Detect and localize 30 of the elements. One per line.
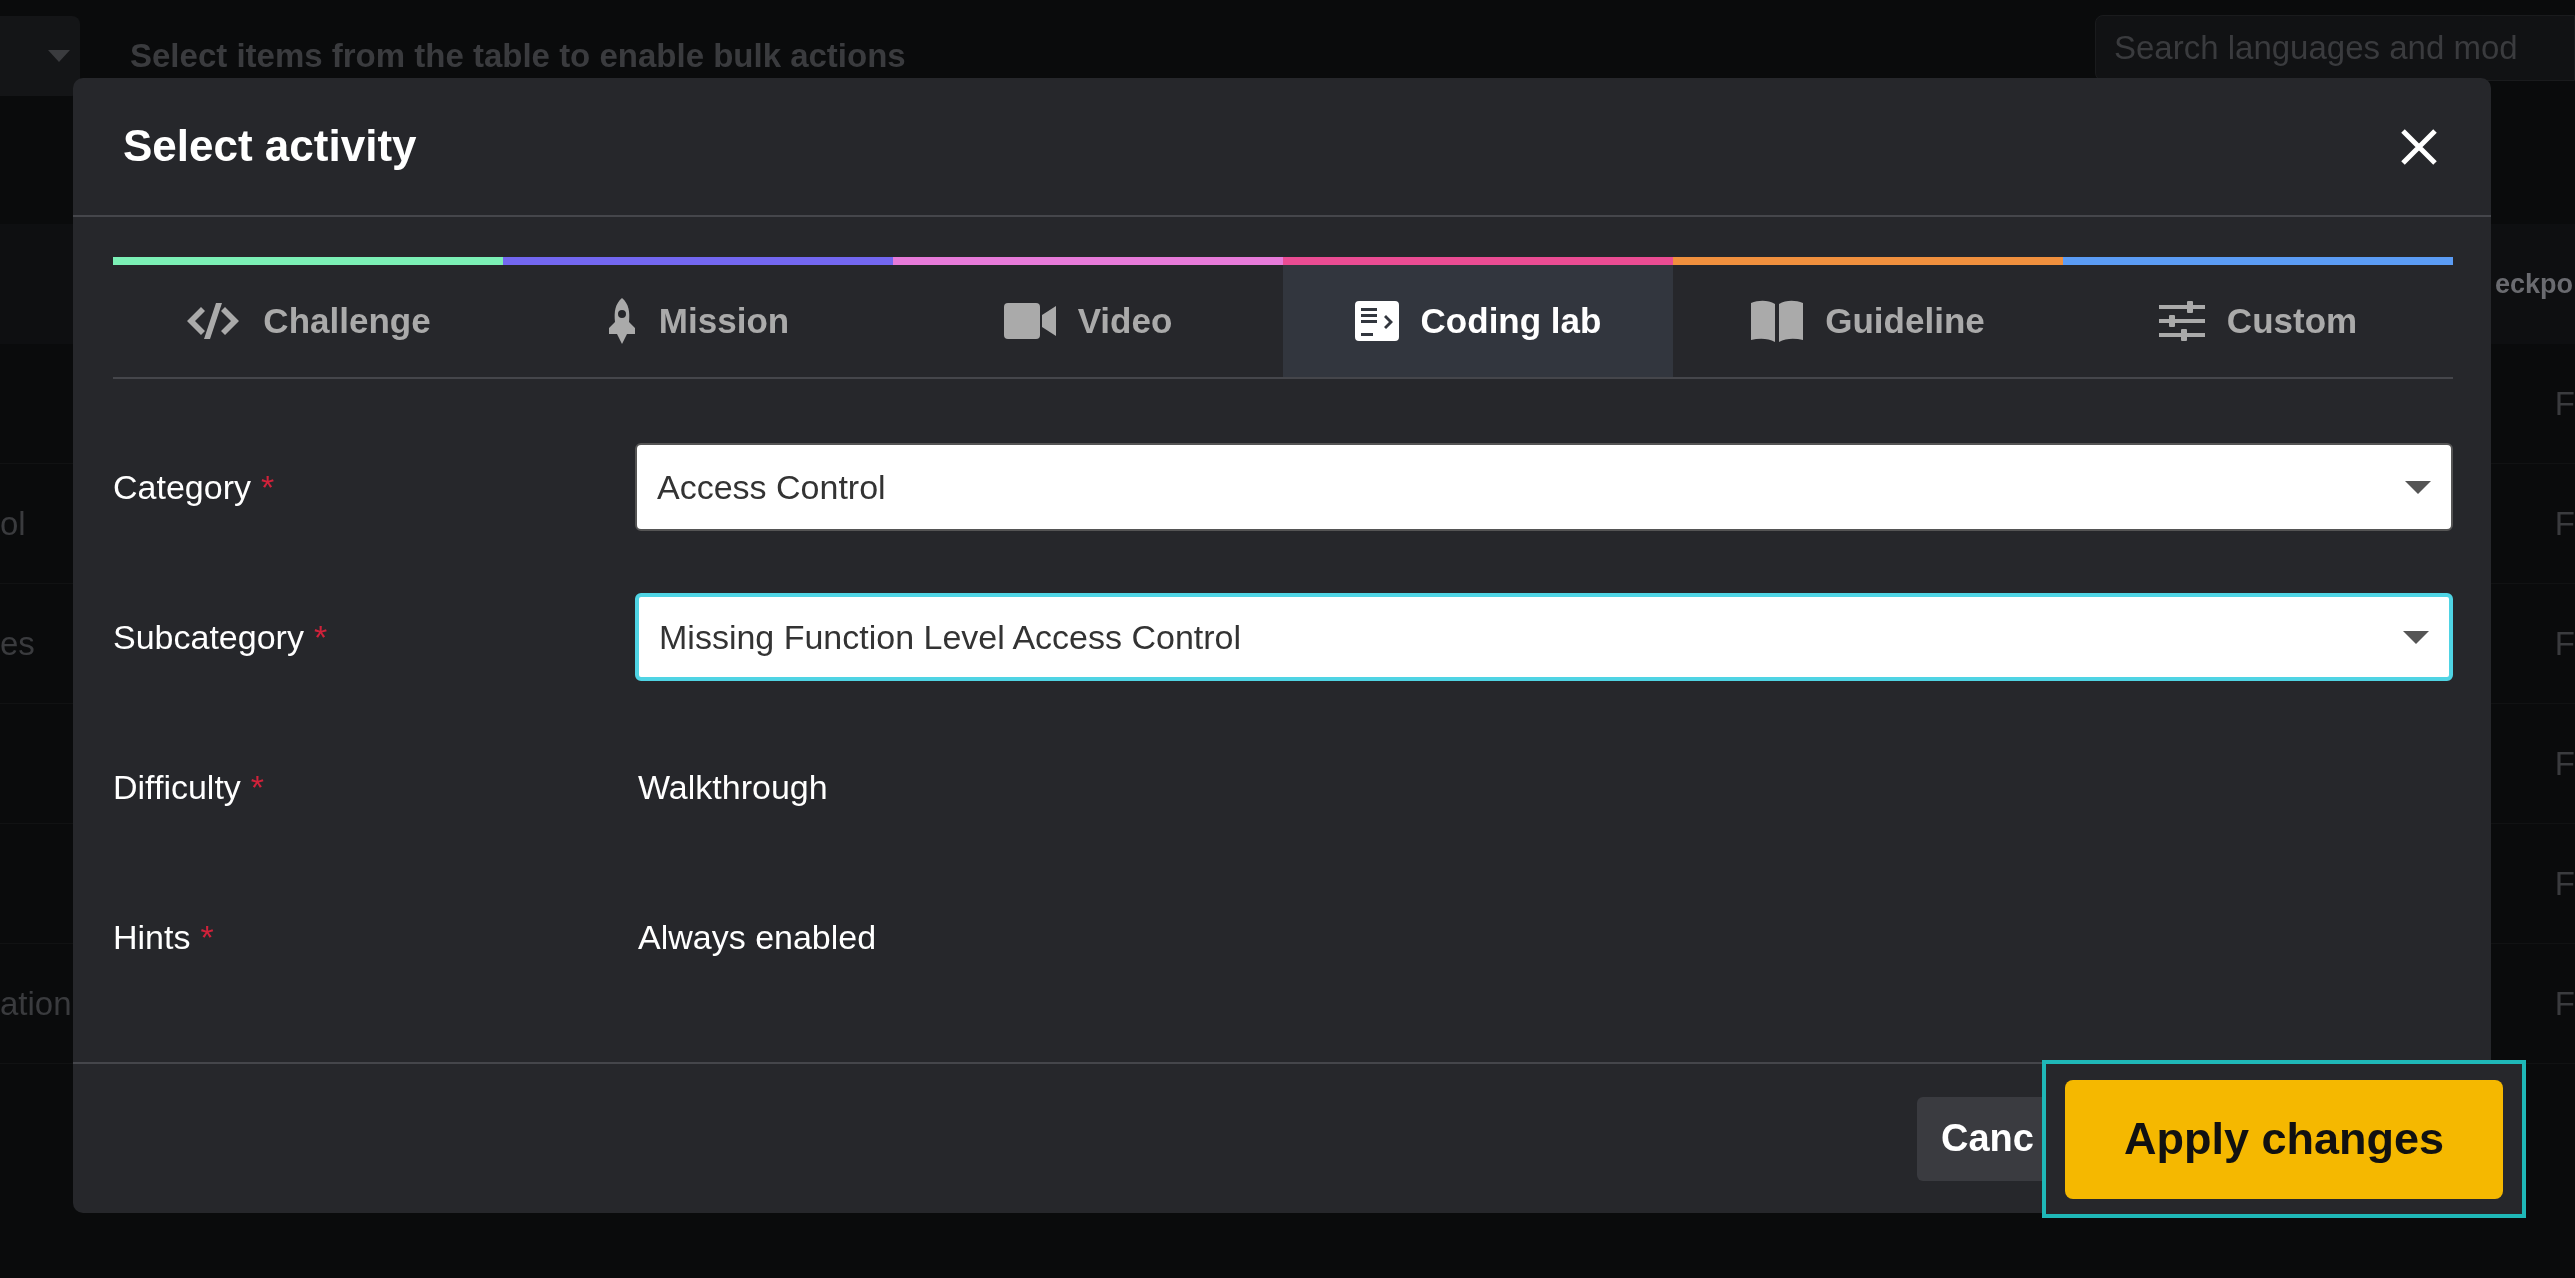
select-field[interactable]: Access Control bbox=[635, 443, 2453, 531]
required-mark: * bbox=[313, 617, 328, 656]
caret-icon bbox=[48, 50, 70, 62]
column-header: eckpo bbox=[2494, 267, 2573, 301]
rocket-icon bbox=[606, 298, 637, 344]
video-camera-icon bbox=[1003, 303, 1056, 339]
field-value: Walkthrough bbox=[637, 766, 828, 808]
field-label: Subcategory bbox=[113, 617, 304, 656]
required-mark: * bbox=[200, 917, 214, 956]
field-label: Difficulty bbox=[113, 767, 241, 806]
caret-icon bbox=[2403, 630, 2429, 644]
tab[interactable]: Mission bbox=[503, 257, 893, 377]
field-value: Always enabled bbox=[637, 916, 877, 958]
select-field[interactable]: Missing Function Level Access Control bbox=[635, 593, 2453, 681]
tab[interactable]: Guideline bbox=[1673, 257, 2063, 377]
code-icon bbox=[185, 301, 242, 341]
tab[interactable]: Coding lab bbox=[1283, 257, 1673, 377]
required-mark: * bbox=[250, 767, 265, 806]
modal-title: Select activity bbox=[123, 120, 417, 173]
apply-button[interactable]: Apply changes bbox=[2065, 1079, 2503, 1199]
field-label: Hints bbox=[113, 917, 191, 956]
cancel-button[interactable]: Canc bbox=[1917, 1096, 2042, 1181]
required-mark: * bbox=[260, 467, 275, 506]
field-label: Category bbox=[113, 467, 251, 506]
tab[interactable]: Challenge bbox=[113, 257, 503, 377]
sliders-icon bbox=[2158, 301, 2205, 341]
caret-icon bbox=[2405, 480, 2431, 494]
terminal-icon bbox=[1354, 301, 1399, 341]
tab[interactable]: Custom bbox=[2063, 257, 2453, 377]
book-icon bbox=[1751, 300, 1804, 342]
